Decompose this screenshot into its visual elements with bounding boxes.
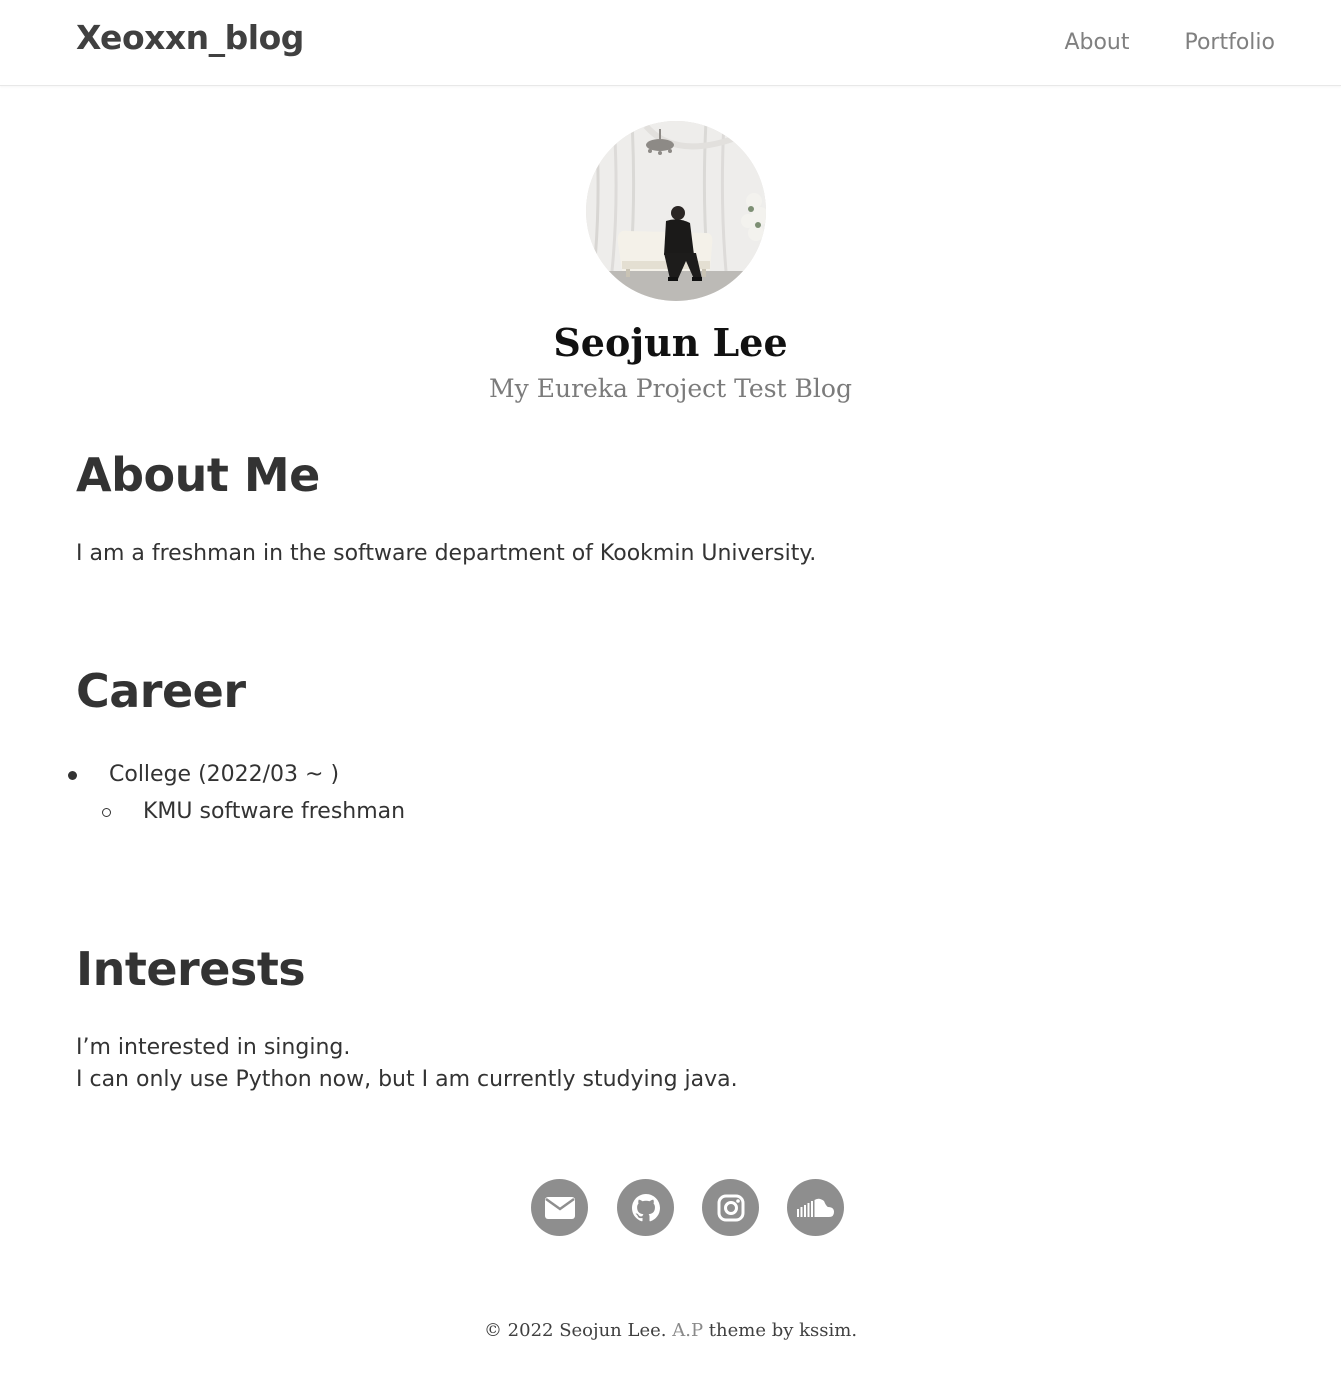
- soundcloud-icon: [796, 1198, 834, 1217]
- email-link[interactable]: [531, 1179, 588, 1236]
- nav-link-portfolio[interactable]: Portfolio: [1184, 30, 1275, 55]
- github-icon: [631, 1193, 660, 1221]
- interests-line: I can only use Python now, but I am curr…: [76, 1067, 738, 1092]
- profile-description: My Eureka Project Test Blog: [489, 374, 852, 403]
- navbar: Xeoxxn_blog About Portfolio: [0, 0, 1341, 86]
- instagram-link[interactable]: [702, 1179, 759, 1236]
- avatar-photo: [586, 121, 766, 301]
- interests-line: I’m interested in singing.: [76, 1035, 351, 1060]
- footer: © 2022 Seojun Lee. A.P theme by kssim.: [0, 1320, 1341, 1341]
- about-text: I am a freshman in the software departme…: [76, 541, 817, 566]
- nav-links: About Portfolio: [1064, 30, 1275, 55]
- profile-avatar: [586, 121, 766, 301]
- interests-heading: Interests: [76, 942, 306, 996]
- soundcloud-link[interactable]: [787, 1179, 844, 1236]
- github-link[interactable]: [617, 1179, 674, 1236]
- theme-link[interactable]: A.P: [672, 1320, 703, 1341]
- career-subitem: KMU software freshman: [143, 799, 406, 824]
- nav-link-about[interactable]: About: [1064, 30, 1129, 55]
- footer-copyright: © 2022 Seojun Lee.: [483, 1320, 667, 1341]
- footer-credit: theme by kssim.: [708, 1320, 858, 1341]
- career-item: College (2022/03 ~ ): [109, 762, 340, 787]
- instagram-icon: [717, 1194, 744, 1221]
- profile-name: Seojun Lee: [553, 320, 788, 365]
- bullet-circle: [102, 808, 111, 817]
- bullet-dot: [68, 771, 77, 780]
- career-heading: Career: [76, 664, 246, 718]
- email-icon: [544, 1196, 575, 1219]
- brand-link[interactable]: Xeoxxn_blog: [76, 18, 304, 57]
- about-heading: About Me: [76, 448, 320, 502]
